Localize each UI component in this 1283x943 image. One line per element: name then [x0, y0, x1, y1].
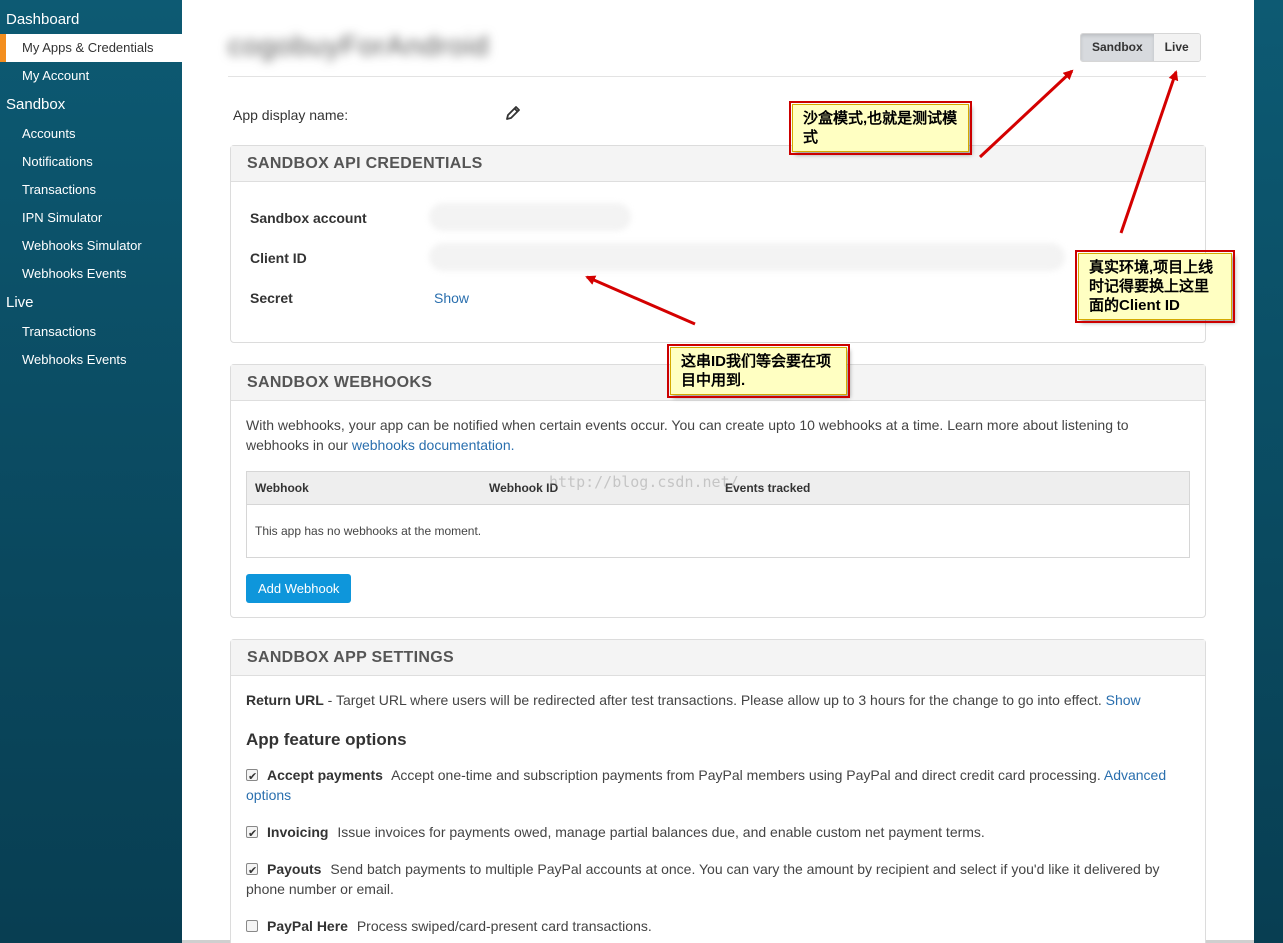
live-toggle-button[interactable]: Live: [1153, 34, 1200, 61]
invoicing-checkbox[interactable]: [246, 824, 258, 844]
invoicing-description: Issue invoices for payments owed, manage…: [337, 824, 985, 840]
accept-payments-checkbox[interactable]: [246, 767, 258, 787]
payouts-description: Send batch payments to multiple PayPal a…: [246, 861, 1160, 897]
environment-toggle: Sandbox Live: [1080, 33, 1201, 62]
return-url-row: Return URL - Target URL where users will…: [246, 692, 1191, 708]
feature-options-heading: App feature options: [246, 730, 407, 749]
paypal-here-checkbox[interactable]: [246, 920, 258, 932]
webhooks-empty-message: This app has no webhooks at the moment.: [255, 524, 482, 538]
secret-show-link[interactable]: Show: [434, 290, 469, 306]
sidebar-group-sandbox: Sandbox: [6, 96, 66, 113]
sidebar-item-sandbox-transactions[interactable]: Transactions: [0, 176, 182, 204]
sandbox-credentials-panel: SANDBOX API CREDENTIALS Sandbox account …: [230, 145, 1206, 343]
credentials-panel-title: SANDBOX API CREDENTIALS: [231, 146, 1205, 182]
webhooks-table-header: Webhook Webhook ID Events tracked: [247, 472, 1189, 505]
client-id-value: [429, 243, 1065, 271]
paypal-here-name: PayPal Here: [267, 918, 348, 934]
webhooks-table: Webhook Webhook ID Events tracked This a…: [246, 471, 1190, 558]
sidebar: Dashboard My Apps & Credentials My Accou…: [0, 0, 182, 943]
webhooks-description: With webhooks, your app can be notified …: [246, 415, 1191, 455]
feature-paypal-here: PayPal Here Process swiped/card-present …: [246, 916, 1191, 936]
payouts-name: Payouts: [267, 861, 322, 877]
return-url-show-link[interactable]: Show: [1106, 692, 1141, 708]
return-url-label: Return URL: [246, 692, 324, 708]
sandbox-toggle-button[interactable]: Sandbox: [1081, 34, 1154, 61]
add-webhook-button[interactable]: Add Webhook: [246, 574, 352, 603]
sandbox-account-value: [429, 203, 631, 231]
sandbox-account-label: Sandbox account: [250, 210, 367, 226]
sidebar-group-dashboard: Dashboard: [6, 11, 80, 28]
feature-payouts: Payouts Send batch payments to multiple …: [246, 859, 1191, 899]
sidebar-item-sandbox-notifications[interactable]: Notifications: [0, 148, 182, 176]
sidebar-item-ipn-simulator[interactable]: IPN Simulator: [0, 204, 182, 232]
sandbox-webhooks-panel: SANDBOX WEBHOOKS With webhooks, your app…: [230, 364, 1206, 618]
sidebar-item-live-transactions[interactable]: Transactions: [0, 318, 182, 346]
live-annotation-callout: 真实环境,项目上线时记得要换上这里面的Client ID: [1075, 250, 1235, 323]
invoicing-name: Invoicing: [267, 824, 329, 840]
column-header-webhook-id: Webhook ID: [489, 481, 559, 495]
sidebar-item-my-account[interactable]: My Account: [0, 62, 182, 90]
sidebar-item-sandbox-webhooks-events[interactable]: Webhooks Events: [0, 260, 182, 288]
secret-label: Secret: [250, 290, 293, 306]
sidebar-item-webhooks-simulator[interactable]: Webhooks Simulator: [0, 232, 182, 260]
app-name-title: cogobuyForAndroid: [228, 30, 490, 61]
accept-payments-description: Accept one-time and subscription payment…: [391, 767, 1104, 783]
accept-payments-name: Accept payments: [267, 767, 383, 783]
webhooks-documentation-link[interactable]: webhooks documentation.: [352, 437, 515, 453]
edit-pencil-icon[interactable]: [504, 104, 522, 122]
feature-invoicing: Invoicing Issue invoices for payments ow…: [246, 822, 1191, 844]
client-id-annotation-callout: 这串ID我们等会要在项目中用到.: [667, 344, 850, 398]
app-settings-panel-title: SANDBOX APP SETTINGS: [231, 640, 1205, 676]
feature-accept-payments: Accept payments Accept one-time and subs…: [246, 765, 1191, 805]
app-display-name-label: App display name:: [233, 107, 349, 123]
client-id-label: Client ID: [250, 250, 307, 266]
sidebar-item-my-apps-credentials[interactable]: My Apps & Credentials: [0, 34, 182, 62]
paypal-here-description: Process swiped/card-present card transac…: [356, 918, 652, 934]
sandbox-annotation-callout: 沙盒模式,也就是测试模式: [789, 101, 972, 155]
right-edge-strip: [1254, 0, 1283, 943]
header-divider: [228, 76, 1206, 77]
payouts-checkbox[interactable]: [246, 861, 258, 881]
return-url-description: - Target URL where users will be redirec…: [323, 692, 1106, 708]
sidebar-item-live-webhooks-events[interactable]: Webhooks Events: [0, 346, 182, 374]
column-header-webhook: Webhook: [255, 481, 309, 495]
sidebar-group-live: Live: [6, 294, 34, 311]
column-header-events-tracked: Events tracked: [725, 481, 811, 495]
sidebar-item-sandbox-accounts[interactable]: Accounts: [0, 120, 182, 148]
sandbox-app-settings-panel: SANDBOX APP SETTINGS Return URL - Target…: [230, 639, 1206, 943]
